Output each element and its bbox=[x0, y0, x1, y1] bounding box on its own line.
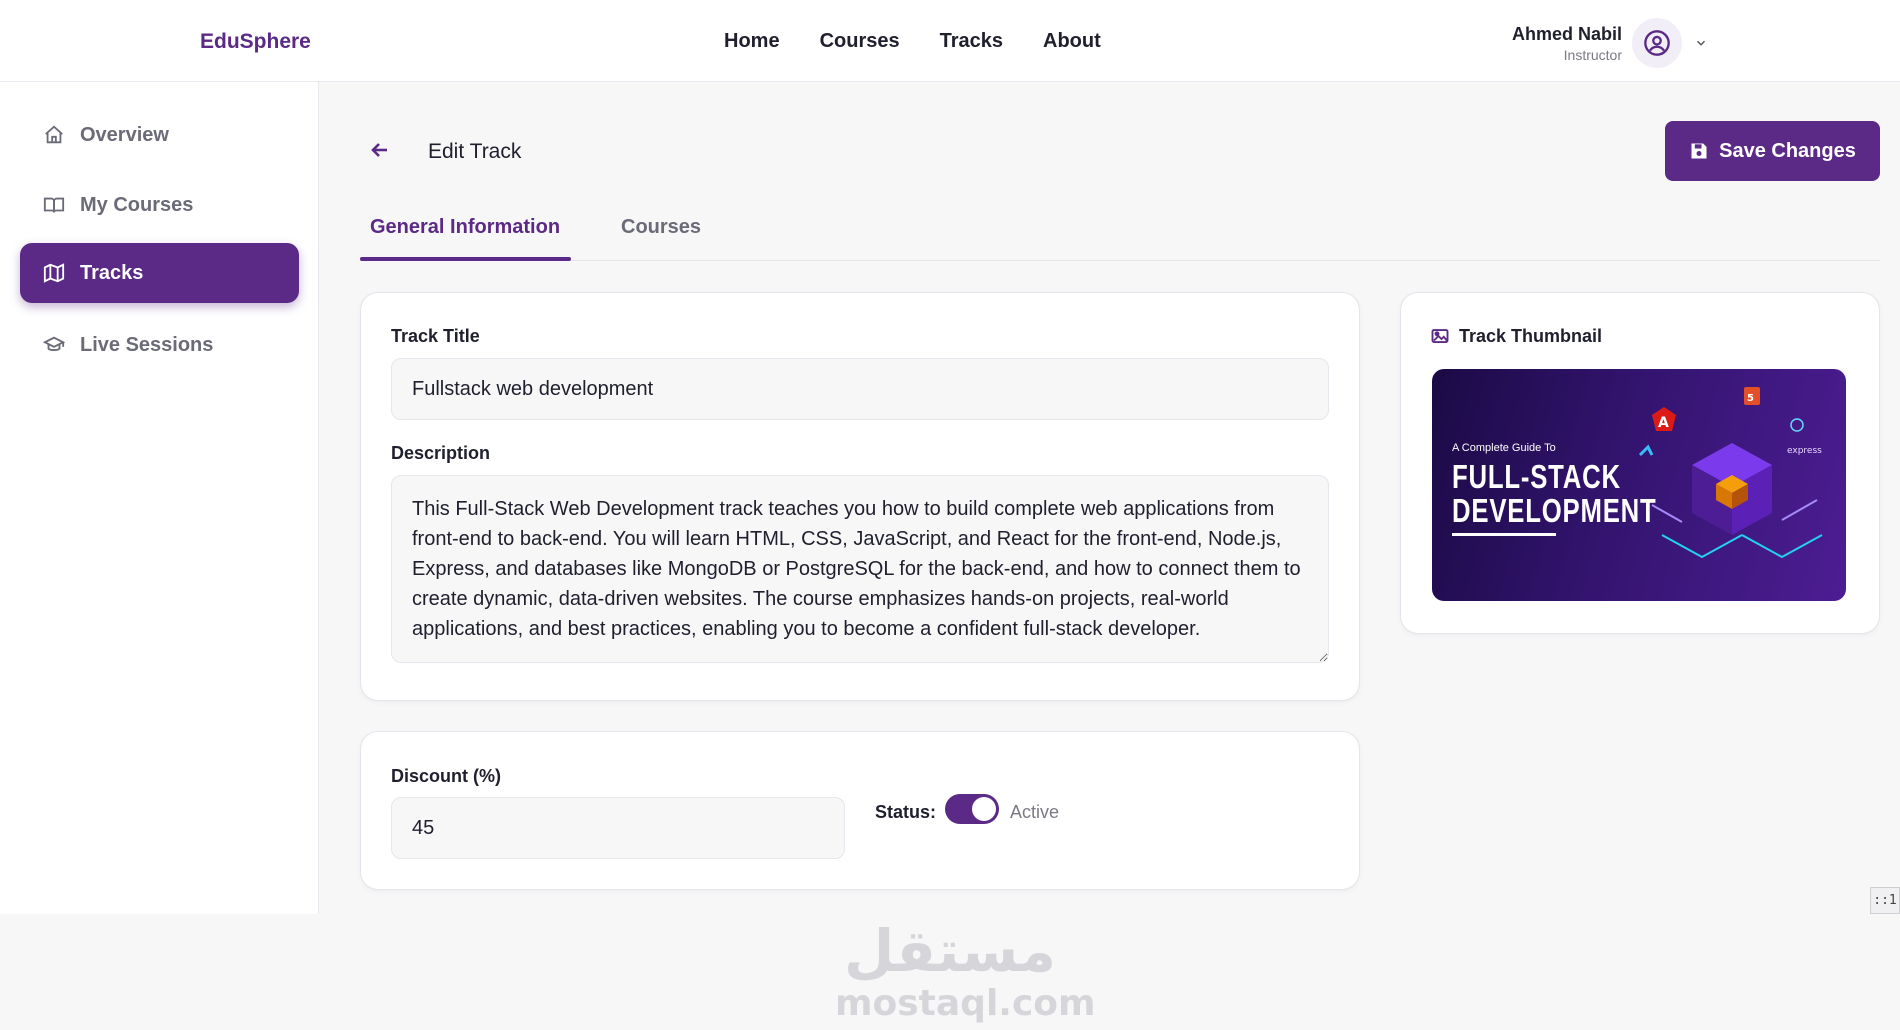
thumbnail-subtitle: A Complete Guide To bbox=[1452, 442, 1556, 454]
active-tab-indicator bbox=[360, 257, 571, 261]
sidebar-item-my-courses[interactable]: My Courses bbox=[20, 175, 299, 235]
sidebar-item-live-sessions[interactable]: Live Sessions bbox=[20, 315, 299, 375]
graduation-cap-icon bbox=[42, 333, 66, 357]
status-label: Status: bbox=[875, 802, 937, 822]
sidebar: Overview My Courses Tracks Live Sessions bbox=[0, 82, 319, 914]
save-button[interactable]: Save Changes bbox=[1665, 121, 1880, 181]
nav-courses[interactable]: Courses bbox=[820, 30, 900, 53]
image-icon bbox=[1431, 328, 1449, 349]
map-icon bbox=[42, 261, 66, 285]
user-role: Instructor bbox=[1563, 46, 1622, 63]
back-button[interactable] bbox=[368, 138, 392, 167]
sidebar-item-label: My Courses bbox=[80, 193, 194, 216]
arrow-left-icon bbox=[371, 143, 387, 157]
save-button-label: Save Changes bbox=[1719, 139, 1856, 162]
user-menu[interactable]: Ahmed Nabil Instructor bbox=[1512, 18, 1708, 68]
thumbnail-badge: express bbox=[1787, 446, 1822, 456]
status-toggle[interactable] bbox=[945, 794, 999, 824]
status-value: Active bbox=[1010, 802, 1060, 822]
svg-text:A: A bbox=[1658, 415, 1669, 431]
user-circle-icon bbox=[1644, 30, 1670, 56]
nav-tracks[interactable]: Tracks bbox=[940, 30, 1003, 53]
book-open-icon bbox=[42, 193, 66, 217]
track-title-label: Track Title bbox=[391, 326, 480, 346]
sidebar-item-label: Tracks bbox=[80, 261, 144, 284]
user-name: Ahmed Nabil bbox=[1511, 23, 1622, 44]
chevron-down-icon[interactable] bbox=[1694, 36, 1708, 50]
thumbnail-title: Track Thumbnail bbox=[1459, 326, 1603, 346]
watermark-latin: mostaql.com bbox=[835, 983, 1096, 1024]
thumbnail-line-1: FULL-STACK bbox=[1452, 458, 1621, 495]
nav-home[interactable]: Home bbox=[724, 30, 780, 53]
sidebar-item-label: Overview bbox=[80, 123, 169, 146]
thumbnail-underline bbox=[1452, 533, 1556, 536]
track-thumbnail-image[interactable]: A Complete Guide To FULL-STACK DEVELOPME… bbox=[1432, 369, 1846, 601]
discount-input[interactable] bbox=[391, 797, 845, 859]
corner-badge: ::1 bbox=[1870, 887, 1900, 914]
page-title: Edit Track bbox=[428, 140, 522, 163]
tab-courses[interactable]: Courses bbox=[621, 216, 701, 239]
description-textarea[interactable]: This Full-Stack Web Development track te… bbox=[391, 475, 1329, 663]
save-icon bbox=[1691, 143, 1707, 159]
brand-logo[interactable]: EduSphere bbox=[200, 30, 311, 54]
watermark-arabic: مستقل bbox=[843, 917, 1057, 985]
main-nav: Home Courses Tracks About bbox=[724, 30, 1101, 53]
avatar[interactable] bbox=[1632, 18, 1682, 68]
track-title-input[interactable] bbox=[391, 358, 1329, 420]
watermark: مستقل mostaql.com bbox=[835, 917, 1096, 1024]
tab-general-information[interactable]: General Information bbox=[370, 216, 560, 239]
toggle-knob bbox=[972, 797, 996, 821]
isometric-tech-illustration: A 5 express bbox=[1638, 387, 1823, 559]
top-navbar: EduSphere Home Courses Tracks About Ahme… bbox=[0, 0, 1900, 82]
nav-about[interactable]: About bbox=[1043, 30, 1101, 53]
tab-bar: General Information Courses bbox=[360, 208, 1880, 261]
home-icon bbox=[42, 123, 66, 147]
svg-text:5: 5 bbox=[1747, 393, 1754, 404]
sidebar-item-tracks[interactable]: Tracks bbox=[20, 243, 299, 303]
sidebar-item-overview[interactable]: Overview bbox=[20, 105, 299, 165]
thumbnail-line-2: DEVELOPMENT bbox=[1452, 492, 1657, 529]
discount-label: Discount (%) bbox=[391, 766, 501, 786]
description-label: Description bbox=[391, 443, 491, 463]
sidebar-item-label: Live Sessions bbox=[80, 333, 214, 356]
